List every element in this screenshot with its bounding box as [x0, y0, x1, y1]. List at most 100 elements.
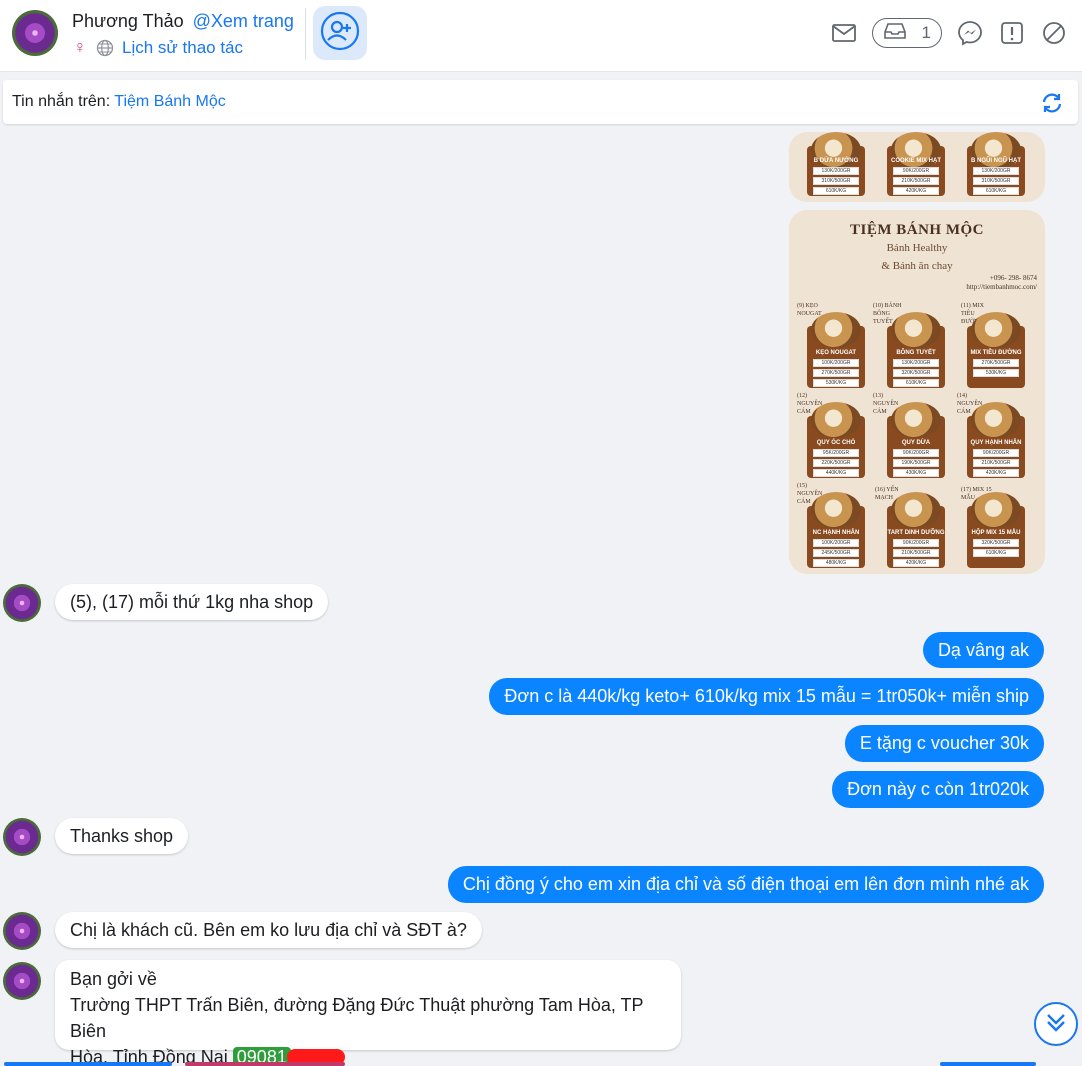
menu-card: B NGŨI NGŨ HẠT 130K/200GR 310K/500GR 610…	[967, 132, 1025, 196]
incoming-message: (5), (17) mỗi thứ 1kg nha shop	[55, 584, 329, 620]
menu-card: KẸO NOUGAT 100K/200GR 270K/500GR 530K/KG	[807, 312, 865, 388]
menu-card: QUY ÓC CHÓ 95K/200GR 220K/500GR 440K/KG	[807, 402, 865, 478]
outgoing-message: Dạ vâng ak	[922, 632, 1044, 668]
price-line: 210K/500GR	[893, 177, 939, 185]
customer-avatar-small[interactable]	[3, 584, 41, 622]
page-name-link[interactable]: Tiệm Bánh Mộc	[114, 93, 225, 110]
menu-title: TIỆM BÁNH MỘC	[850, 222, 984, 238]
outgoing-message: E tặng c voucher 30k	[844, 725, 1044, 762]
price-line: 420K/KG	[893, 187, 939, 195]
price-line: 610K/KG	[973, 187, 1019, 195]
price-line: 90K/200GR	[973, 449, 1019, 457]
price-line: 100K/200GR	[813, 359, 859, 367]
address-line: Trường THPT Trấn Biên, đường Đặng Đức Th…	[70, 995, 644, 1041]
menu-card: COOKIE MIX HẠT 90K/200GR 210K/500GR 420K…	[887, 132, 945, 196]
inbox-counter-button[interactable]: 1	[872, 18, 942, 48]
price-line: 310K/500GR	[973, 177, 1019, 185]
conversation-header: Phương Thảo @Xem trang ♀ Lịch sử thao tá…	[0, 0, 1082, 72]
product-photo	[971, 492, 1021, 528]
price-line: 420K/KG	[893, 559, 939, 567]
price-line: 480K/KG	[813, 559, 859, 567]
price-line: 320K/500GR	[973, 539, 1019, 547]
product-name: KẸO NOUGAT	[815, 350, 857, 356]
price-line: 210K/500GR	[893, 549, 939, 557]
product-photo	[891, 492, 941, 528]
header-actions: 1	[830, 18, 1068, 48]
customer-avatar-small[interactable]	[3, 962, 41, 1000]
add-friend-icon	[320, 11, 360, 56]
header-divider	[305, 8, 306, 60]
menu-phone: +096- 298- 8674	[989, 274, 1037, 282]
product-name: COOKIE MIX HẠT	[890, 158, 941, 164]
price-line: 610K/KG	[973, 549, 1019, 557]
refresh-icon[interactable]	[1040, 91, 1064, 115]
menu-card: QUY HẠNH NHÂN 90K/200GR 210K/500GR 420K/…	[967, 402, 1025, 478]
menu-card: BÔNG TUYẾT 130K/200GR 320K/500GR 610K/KG	[887, 312, 945, 388]
menu-card: QUY DỪA 90K/200GR 190K/500GR 430K/KG	[887, 402, 945, 478]
incoming-message: Thanks shop	[55, 818, 189, 854]
price-line: 530K/KG	[973, 369, 1019, 377]
menu-subtitle: Bánh Healthy	[886, 242, 948, 254]
product-photo	[811, 312, 861, 348]
bottom-toolbar-edge	[4, 1062, 172, 1066]
product-name: B DỪA NƯỚNG	[813, 158, 859, 164]
customer-avatar-small[interactable]	[3, 818, 41, 856]
block-icon[interactable]	[1040, 19, 1068, 47]
menu-card: B DỪA NƯỚNG 130K/200GR 310K/500GR 610K/K…	[807, 132, 865, 196]
price-line: 610K/KG	[893, 379, 939, 387]
outgoing-message: Chị đồng ý cho em xin địa chỉ và số điện…	[447, 866, 1044, 903]
incoming-message: Chị là khách cũ. Bên em ko lưu địa chỉ v…	[55, 912, 482, 948]
product-photo	[891, 402, 941, 438]
price-line: 130K/200GR	[813, 167, 859, 175]
mail-icon[interactable]	[830, 19, 858, 47]
price-line: 90K/200GR	[893, 539, 939, 547]
product-photo	[971, 312, 1021, 348]
product-name: QUY HẠNH NHÂN	[970, 440, 1022, 446]
price-line: 190K/500GR	[893, 459, 939, 467]
menu-card: TART DINH DƯỠNG 90K/200GR 210K/500GR 420…	[887, 492, 945, 568]
menu-image-top[interactable]: B DỪA NƯỚNG 130K/200GR 310K/500GR 610K/K…	[789, 132, 1045, 202]
price-line: 95K/200GR	[813, 449, 859, 457]
menu-card: HỘP MIX 15 MẪU 320K/500GR 610K/KG	[967, 492, 1025, 568]
report-icon[interactable]	[998, 19, 1026, 47]
globe-icon	[96, 39, 114, 57]
price-line: 430K/KG	[893, 469, 939, 477]
product-name: B NGŨI NGŨ HẠT	[971, 158, 1021, 164]
menu-subtitle: & Bánh ăn chay	[881, 260, 953, 272]
add-friend-button[interactable]	[313, 6, 367, 60]
customer-avatar-small[interactable]	[3, 912, 41, 950]
scroll-to-bottom-button[interactable]	[1034, 1002, 1078, 1046]
inbox-count: 1	[921, 23, 931, 42]
product-name: BÔNG TUYẾT	[896, 350, 936, 356]
price-line: 320K/500GR	[893, 369, 939, 377]
price-line: 440K/KG	[813, 469, 859, 477]
product-name: MIX TIÊU ĐƯỜNG	[970, 350, 1022, 356]
product-photo	[891, 312, 941, 348]
price-line: 130K/200GR	[893, 359, 939, 367]
outgoing-message: Đơn c là 440k/kg keto+ 610k/kg mix 15 mẫ…	[489, 678, 1044, 715]
product-photo	[971, 402, 1021, 438]
price-line: 270K/500GR	[813, 369, 859, 377]
menu-card: NC HẠNH NHÂN 100K/200GR 245K/500GR 480K/…	[807, 492, 865, 568]
outgoing-message: Đơn này c còn 1tr020k	[832, 771, 1044, 808]
customer-avatar[interactable]	[12, 10, 58, 56]
scroll-down-icon	[1043, 1009, 1069, 1040]
page-source-label: Tin nhắn trên: Tiệm Bánh Mộc	[12, 93, 226, 111]
view-page-link[interactable]: @Xem trang	[193, 11, 294, 31]
action-history-link[interactable]: Lịch sử thao tác	[122, 38, 243, 58]
price-line: 420K/KG	[973, 469, 1019, 477]
menu-url: http://tiembanhmoc.com/	[966, 283, 1037, 291]
page-source-bar: Tin nhắn trên: Tiệm Bánh Mộc	[3, 80, 1078, 124]
menu-image-main[interactable]: TIỆM BÁNH MỘC Bánh Healthy & Bánh ăn cha…	[789, 210, 1045, 574]
price-line: 310K/500GR	[813, 177, 859, 185]
product-name: TART DINH DƯỠNG	[887, 530, 945, 536]
inbox-icon	[883, 22, 907, 45]
price-line: 245K/500GR	[813, 549, 859, 557]
messenger-icon[interactable]	[956, 19, 984, 47]
page-source-prefix: Tin nhắn trên:	[12, 93, 115, 110]
price-line: 220K/500GR	[813, 459, 859, 467]
address-line: Bạn gởi về	[70, 969, 157, 989]
price-line: 90K/200GR	[893, 167, 939, 175]
customer-meta-row: ♀ Lịch sử thao tác	[72, 37, 243, 58]
product-photo	[811, 492, 861, 528]
